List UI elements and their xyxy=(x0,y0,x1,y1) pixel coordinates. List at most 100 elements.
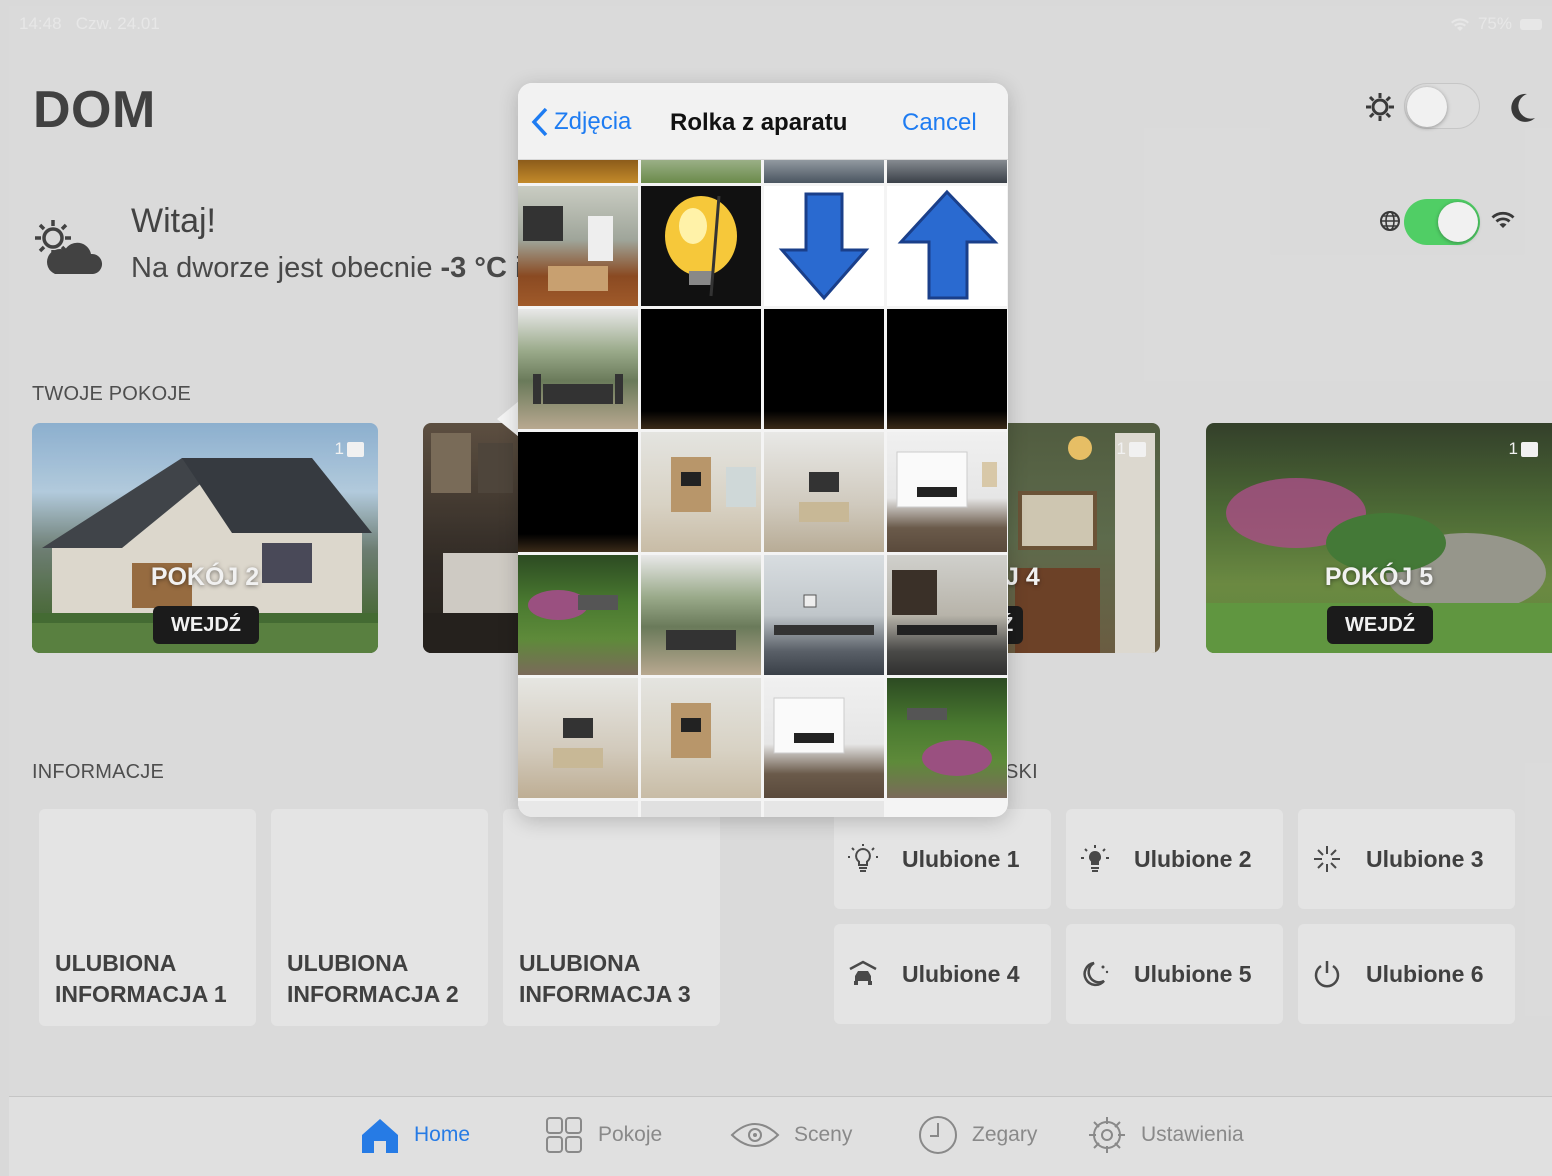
moon-stars-icon xyxy=(1083,961,1109,987)
room-count-badge: 1 xyxy=(1509,439,1538,459)
dark-mode-toggle[interactable] xyxy=(1404,83,1480,129)
room-card-pokoj-4[interactable]: 1 J 4 Ź xyxy=(1005,423,1160,653)
gear-icon xyxy=(1089,1117,1125,1153)
tab-settings[interactable]: Ustawienia xyxy=(1087,1115,1244,1155)
favorite-label: Ulubione 6 xyxy=(1366,960,1484,987)
photo-thumbnail[interactable] xyxy=(518,432,638,552)
photo-thumbnail[interactable] xyxy=(641,801,761,817)
favorite-label: Ulubione 3 xyxy=(1366,845,1484,872)
chevron-left-icon xyxy=(531,107,548,137)
photo-thumbnail[interactable] xyxy=(887,186,1007,306)
photo-thumbnail[interactable] xyxy=(764,432,884,552)
grid-icon xyxy=(546,1117,582,1153)
info-card-2[interactable]: ULUBIONA INFORMACJA 2 xyxy=(271,809,488,1026)
page-title: DOM xyxy=(33,81,156,139)
terrace-photo xyxy=(533,374,623,404)
photo-picker-popover: Zdjęcia Rolka z aparatu Cancel xyxy=(518,83,1008,817)
kitchen-photo xyxy=(896,451,997,508)
photo-thumbnail[interactable] xyxy=(641,678,761,798)
photo-thumbnail[interactable] xyxy=(887,309,1007,429)
photo-thumbnail[interactable] xyxy=(887,160,1007,183)
power-icon xyxy=(1314,961,1340,988)
online-toggle[interactable] xyxy=(1404,199,1480,245)
status-bar: 14:48 Czw. 24.01 75% xyxy=(19,14,1542,34)
favorite-4-button[interactable]: Ulubione 4 xyxy=(834,924,1051,1024)
room-name: POKÓJ 5 xyxy=(1324,563,1434,591)
picker-cancel-button[interactable]: Cancel xyxy=(902,109,977,137)
bulb-icon xyxy=(848,844,878,872)
favorite-2-button[interactable]: Ulubione 2 xyxy=(1066,809,1283,909)
arrow-up-photo xyxy=(897,189,999,300)
photo-thumbnail[interactable] xyxy=(887,432,1007,552)
tab-label: Pokoje xyxy=(598,1123,663,1146)
favorite-label: Ulubione 5 xyxy=(1134,960,1252,987)
info-card-1[interactable]: ULUBIONA INFORMACJA 1 xyxy=(39,809,256,1026)
tab-label: Home xyxy=(414,1123,471,1146)
living-room-photo xyxy=(671,703,711,758)
package-icon xyxy=(347,441,364,457)
favorite-3-button[interactable]: Ulubione 3 xyxy=(1298,809,1515,909)
bedroom-photo xyxy=(423,433,523,653)
living-room-photo xyxy=(553,718,603,768)
battery-percent: 75% xyxy=(1477,14,1512,33)
room-enter-button[interactable]: WEJDŹ xyxy=(1327,606,1433,644)
tab-rooms[interactable]: Pokoje xyxy=(544,1115,662,1155)
room-name: POKÓJ 2 xyxy=(150,563,260,591)
favorite-5-button[interactable]: Ulubione 5 xyxy=(1066,924,1283,1024)
sun-icon xyxy=(1366,93,1394,121)
wifi-icon xyxy=(1491,211,1515,228)
picker-back-button[interactable]: Zdjęcia xyxy=(530,107,631,137)
tab-label: Sceny xyxy=(794,1123,853,1146)
favorite-label: Ulubione 4 xyxy=(902,960,1020,987)
living-room-photo xyxy=(671,457,756,512)
photo-thumbnail[interactable] xyxy=(764,160,884,183)
tab-scenes[interactable]: Sceny xyxy=(730,1115,852,1155)
photo-thumbnail[interactable] xyxy=(641,555,761,675)
favorites-section-label: SKI xyxy=(1005,761,1038,783)
car-garage-icon xyxy=(849,960,877,985)
favorite-6-button[interactable]: Ulubione 6 xyxy=(1298,924,1515,1024)
rooms-section-label: TWOJE POKOJE xyxy=(32,383,192,405)
living-room-photo xyxy=(799,472,849,522)
package-icon xyxy=(1521,441,1538,457)
tab-home[interactable]: Home xyxy=(360,1115,470,1155)
photo-thumbnail[interactable] xyxy=(641,309,761,429)
photo-thumbnail[interactable] xyxy=(887,801,1007,817)
photo-thumbnail[interactable] xyxy=(764,678,884,798)
favorite-label: Ulubione 2 xyxy=(1134,845,1252,872)
photo-thumbnail[interactable] xyxy=(518,186,638,306)
tab-bar: Home Pokoje Sceny Zegary Ustawienia xyxy=(9,1096,1552,1176)
info-card-3[interactable]: ULUBIONA INFORMACJA 3 xyxy=(503,809,720,1026)
favorite-1-button[interactable]: Ulubione 1 xyxy=(834,809,1051,909)
wifi-status-icon xyxy=(1450,17,1469,31)
toggle-knob xyxy=(1438,202,1478,242)
package-icon xyxy=(1129,441,1146,457)
info-card-label: ULUBIONA INFORMACJA 1 xyxy=(55,950,227,1007)
room-card-pokoj-2[interactable]: 1 POKÓJ 2 WEJDŹ xyxy=(32,423,378,653)
photo-thumbnail[interactable] xyxy=(887,555,1007,675)
room-card-partial[interactable] xyxy=(423,423,523,653)
photo-thumbnail[interactable] xyxy=(887,678,1007,798)
photo-thumbnail[interactable] xyxy=(518,309,638,429)
arrow-down-photo xyxy=(778,192,870,301)
photo-thumbnail[interactable] xyxy=(641,186,761,306)
room-enter-button[interactable]: WEJDŹ xyxy=(153,606,259,644)
photo-thumbnail[interactable] xyxy=(641,160,761,183)
room-card-pokoj-5[interactable]: 1 POKÓJ 5 WEJDŹ xyxy=(1206,423,1552,653)
photo-thumbnail[interactable] xyxy=(518,555,638,675)
photo-thumbnail[interactable] xyxy=(764,309,884,429)
light-rays-icon xyxy=(1081,845,1109,872)
photo-thumbnail[interactable] xyxy=(518,160,638,183)
photo-thumbnail[interactable] xyxy=(518,678,638,798)
photo-thumbnail[interactable] xyxy=(518,801,638,817)
photo-thumbnail[interactable] xyxy=(764,555,884,675)
tab-label: Zegary xyxy=(972,1123,1038,1146)
tab-clocks[interactable]: Zegary xyxy=(918,1115,1037,1155)
photo-thumbnail[interactable] xyxy=(764,186,884,306)
photo-thumbnail[interactable] xyxy=(764,801,884,817)
kitchen-photo xyxy=(773,697,845,754)
battery-icon xyxy=(1520,18,1542,30)
garden-photo xyxy=(528,590,618,620)
outside-temperature-text: Na dworze jest obecnie -3 °C i xyxy=(131,252,521,284)
photo-thumbnail[interactable] xyxy=(641,432,761,552)
